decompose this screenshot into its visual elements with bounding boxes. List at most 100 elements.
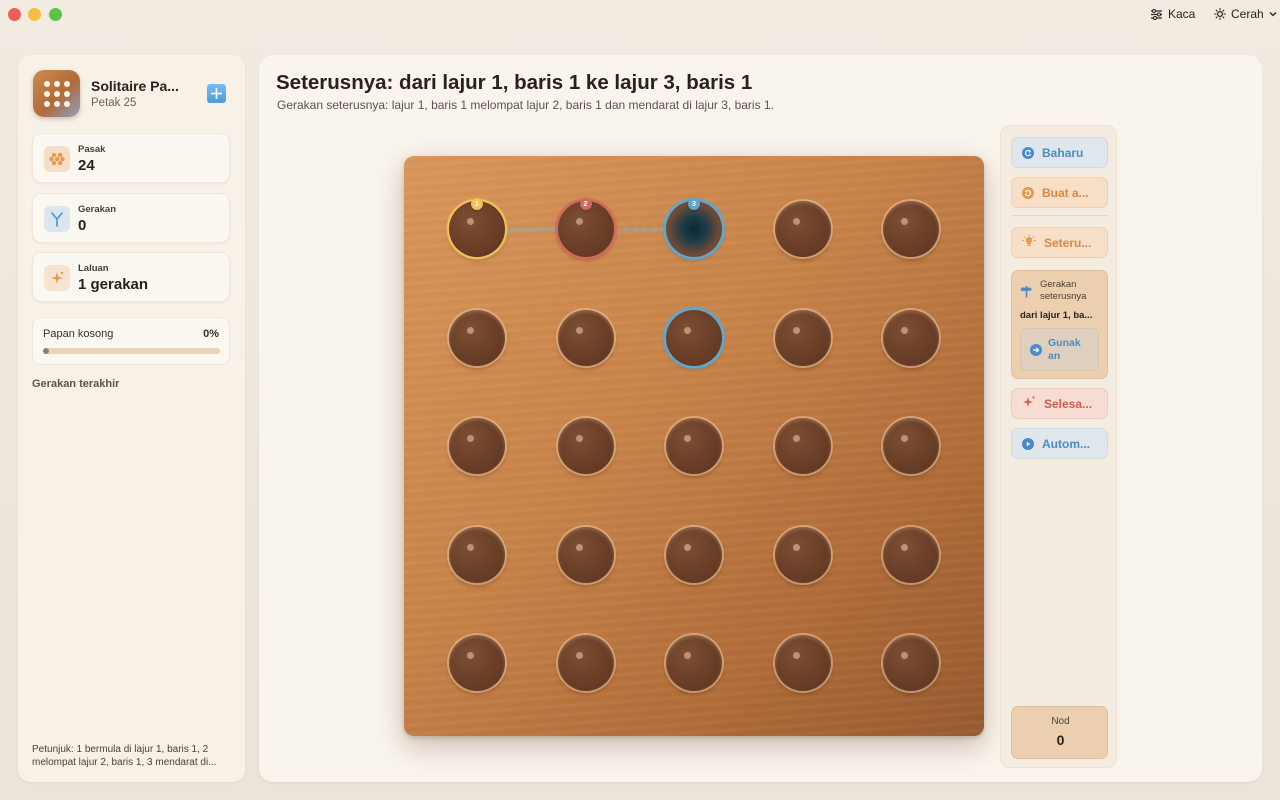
peg[interactable]	[557, 418, 614, 474]
refresh-icon	[1022, 146, 1034, 159]
autoplay-button[interactable]: Autom...	[1011, 428, 1108, 459]
main-panel: Seterusnya: dari lajur 1, baris 1 ke laj…	[259, 55, 1262, 782]
branch-icon	[44, 206, 70, 232]
peg-shine	[792, 543, 800, 551]
peg[interactable]	[883, 418, 939, 474]
stat-value: 0	[78, 217, 87, 234]
plus-icon	[211, 88, 222, 99]
theme-menu[interactable]: Cerah	[1214, 7, 1277, 21]
game-board: 1 2 3	[404, 156, 984, 736]
peg-shine	[467, 326, 474, 334]
close-window-button[interactable]	[8, 8, 21, 21]
peg-shine	[901, 543, 908, 551]
next-move-button[interactable]: Seteru...	[1011, 227, 1108, 258]
peg-shine	[792, 326, 800, 334]
peg[interactable]	[774, 201, 831, 257]
use-move-button[interactable]: Gunak an	[1020, 328, 1099, 371]
move-step-badge: 2	[579, 198, 592, 210]
peg-shine	[901, 326, 908, 334]
new-game-button[interactable]: Baharu	[1011, 137, 1108, 168]
peg[interactable]	[449, 418, 505, 474]
new-game-label: Baharu	[1042, 145, 1084, 160]
toolbar-divider	[1011, 215, 1108, 216]
app-icon-dot	[54, 91, 60, 97]
undo-icon	[1022, 186, 1034, 199]
peg[interactable]	[883, 635, 939, 691]
stat-value: 1 gerakan	[78, 276, 149, 293]
move-step-badge: 1	[471, 198, 483, 210]
recent-moves-title: Gerakan terakhir	[32, 378, 120, 390]
progress-track	[43, 348, 220, 354]
progress-fill	[43, 348, 49, 354]
app-icon-dot	[54, 81, 60, 87]
page-subtitle: Gerakan seterusnya: lajur 1, baris 1 mel…	[277, 98, 774, 112]
stat-label: Pasak	[78, 144, 106, 155]
node-value: 0	[1056, 732, 1065, 748]
stat-value: 24	[78, 157, 95, 174]
peg[interactable]	[774, 418, 831, 474]
board-empty-progress: Papan kosong 0%	[32, 317, 230, 365]
move-step-badge: 3	[688, 198, 700, 210]
stat-card-pegs: Pasak 24	[32, 133, 230, 183]
peg-shine	[467, 652, 474, 659]
peg[interactable]	[883, 309, 939, 366]
peg[interactable]	[557, 309, 614, 366]
peg-shine	[901, 652, 908, 659]
peg[interactable]	[449, 309, 505, 366]
next-move-text: dari lajur 1, ba...	[1020, 310, 1093, 321]
peg-shine	[467, 218, 474, 225]
peg[interactable]	[666, 309, 722, 366]
peg-shine	[467, 435, 474, 442]
sparkle-icon	[1022, 395, 1036, 412]
peg[interactable]	[774, 309, 831, 366]
glass-toggle[interactable]: Kaca	[1150, 7, 1195, 21]
peg[interactable]	[666, 418, 722, 474]
sun-icon	[1214, 8, 1226, 20]
hint-text: Petunjuk: 1 bermula di lajur 1, baris 1,…	[32, 744, 217, 768]
stat-label: Gerakan	[78, 204, 117, 215]
play-icon	[1022, 437, 1034, 450]
sparkle-icon	[44, 265, 70, 291]
peg[interactable]	[666, 526, 722, 583]
peg[interactable]	[449, 526, 505, 583]
app-icon-dot	[44, 81, 50, 87]
stat-label: Laluan	[78, 263, 109, 274]
node-label: Nod	[1051, 716, 1070, 727]
app-icon-dot	[54, 101, 60, 107]
node-count-card: Nod 0	[1011, 706, 1108, 759]
peg[interactable]	[883, 526, 939, 583]
pegs-icon	[44, 146, 70, 172]
zoom-window-button[interactable]	[49, 8, 62, 21]
peg-shine	[684, 543, 691, 551]
peg[interactable]	[557, 635, 614, 691]
peg[interactable]	[557, 526, 614, 583]
peg[interactable]	[883, 201, 939, 257]
peg-shine	[792, 218, 800, 225]
peg[interactable]	[774, 526, 831, 583]
peg-shine	[792, 652, 800, 659]
theme-label: Cerah	[1231, 7, 1264, 21]
solve-button[interactable]: Selesa...	[1011, 388, 1108, 419]
minimize-window-button[interactable]	[28, 8, 41, 21]
peg[interactable]	[666, 635, 722, 691]
next-move-card-title: Gerakan seterusnya	[1040, 279, 1087, 302]
progress-percent: 0%	[203, 328, 219, 340]
action-toolbar: Baharu Buat a... Seteru... Gerakan seter…	[1000, 125, 1117, 768]
peg-shine	[575, 652, 583, 659]
create-button[interactable]: Buat a...	[1011, 177, 1108, 208]
add-button[interactable]	[207, 84, 226, 103]
sliders-icon	[1151, 8, 1162, 20]
sidebar: Solitaire Pa... Petak 25 Pasak 24 Geraka…	[18, 55, 245, 782]
peg-shine	[901, 435, 908, 442]
create-label: Buat a...	[1042, 185, 1089, 200]
next-move-label: Seteru...	[1044, 235, 1092, 250]
signpost-icon	[1020, 285, 1033, 303]
next-move-card: Gerakan seterusnya dari lajur 1, ba... G…	[1011, 270, 1108, 379]
peg-shine	[575, 326, 583, 334]
window-titlebar: Kaca Cerah	[0, 0, 1280, 30]
peg[interactable]	[774, 635, 831, 691]
peg[interactable]	[449, 635, 505, 691]
stat-card-moves: Gerakan 0	[32, 193, 230, 243]
use-move-label: Gunak an	[1048, 337, 1081, 362]
app-icon-dot	[64, 101, 70, 107]
